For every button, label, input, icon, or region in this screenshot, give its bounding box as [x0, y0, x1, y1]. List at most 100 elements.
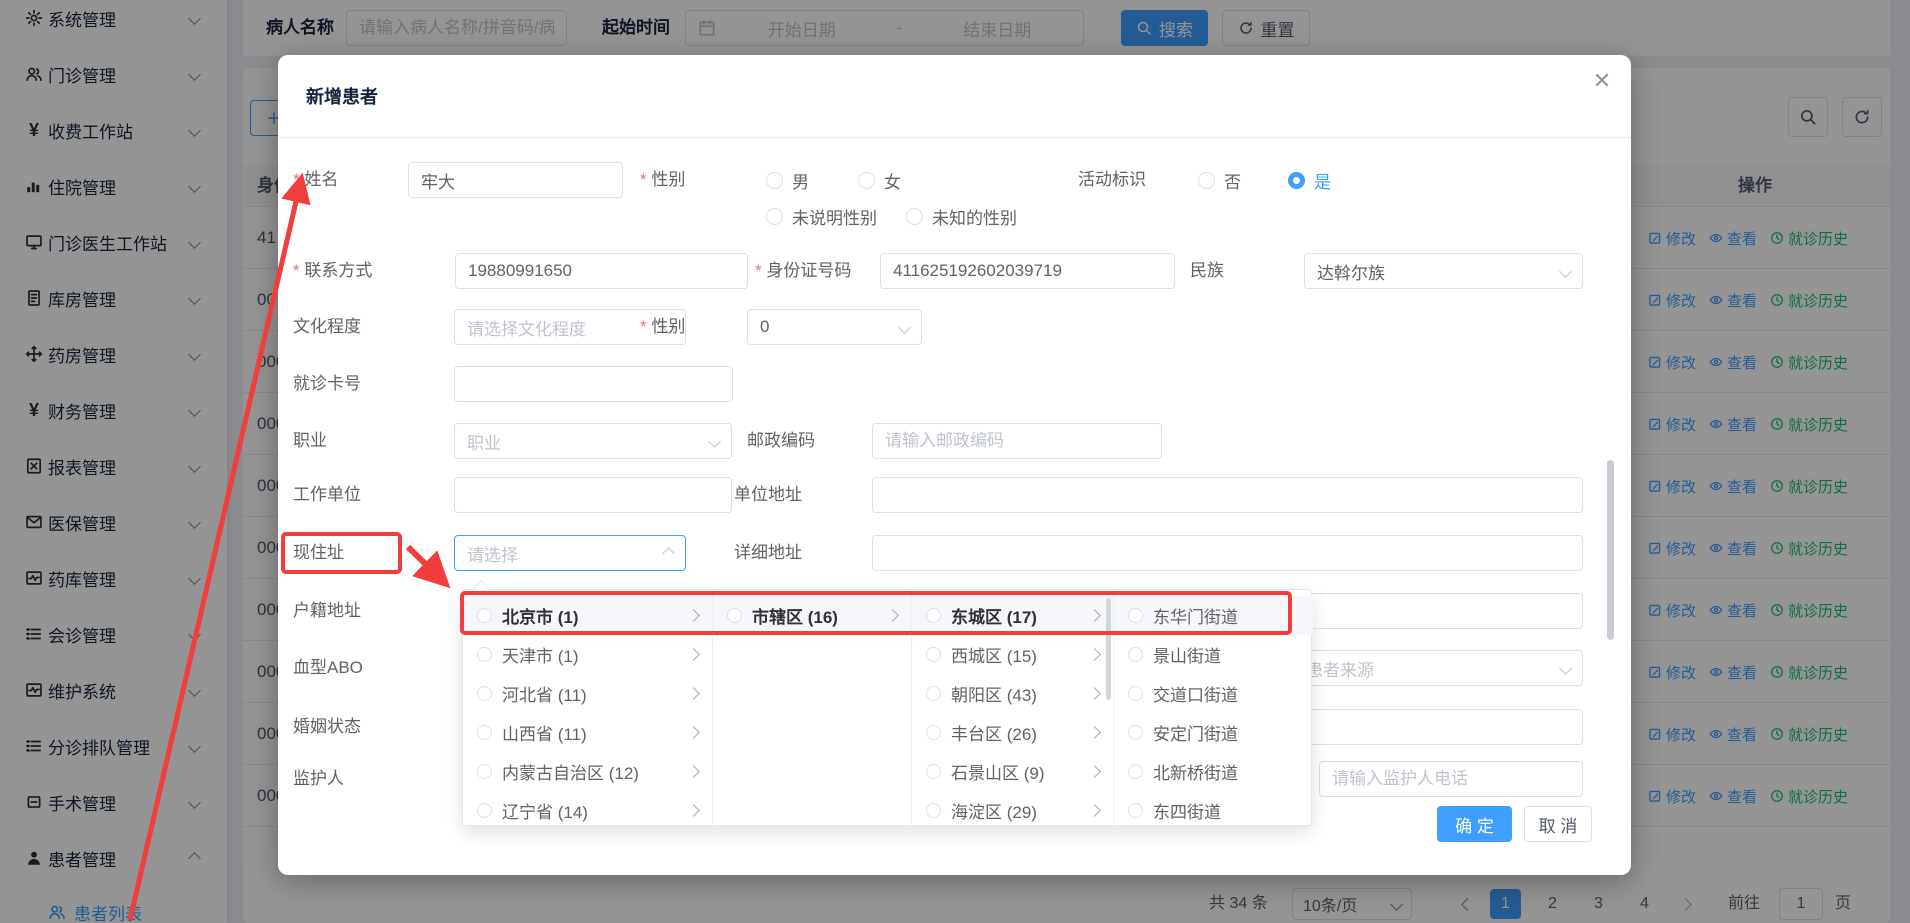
card-no-label: 就诊卡号 [293, 366, 361, 402]
chevron-right-icon [687, 804, 700, 817]
modal-scrollbar[interactable] [1607, 460, 1614, 640]
address-cascader-panel: 北京市 (1)天津市 (1)河北省 (11)山西省 (11)内蒙古自治区 (12… [462, 589, 1312, 826]
radio-icon [1128, 725, 1143, 740]
household-label: 户籍地址 [293, 593, 361, 629]
detail-address-input[interactable] [872, 535, 1583, 571]
radio-icon [477, 686, 492, 701]
occupation-select[interactable]: 职业 [454, 423, 732, 459]
cascader-option[interactable]: 北京市 (1) [463, 596, 712, 635]
unit-address-label: 单位地址 [734, 477, 802, 513]
radio-icon [477, 725, 492, 740]
close-icon[interactable]: ✕ [1588, 67, 1616, 95]
name-label: 姓名 [293, 162, 338, 198]
chevron-right-icon [1088, 687, 1101, 700]
ethnicity-label: 民族 [1190, 253, 1224, 289]
id-number-input[interactable] [880, 253, 1175, 289]
radio-icon [477, 647, 492, 662]
cascader-column-3: 东城区 (17)西城区 (15)朝阳区 (43)丰台区 (26)石景山区 (9)… [912, 590, 1114, 825]
education-label: 文化程度 [293, 309, 361, 345]
chevron-right-icon [1088, 765, 1101, 778]
radio-icon [1128, 803, 1143, 818]
cascader-option[interactable]: 北新桥街道 [1114, 752, 1313, 791]
chevron-right-icon [1088, 648, 1101, 661]
chevron-right-icon [886, 609, 899, 622]
radio-icon [926, 725, 941, 740]
gender-label: 性别 [640, 162, 685, 198]
active-flag-radio-yes[interactable]: 是 [1288, 162, 1331, 198]
radio-icon [1128, 647, 1143, 662]
cascader-option[interactable]: 东华门街道 [1114, 596, 1313, 635]
cascader-option[interactable]: 朝阳区 (43) [912, 674, 1113, 713]
radio-icon [926, 803, 941, 818]
gender-radio-female[interactable]: 女 [858, 162, 901, 198]
confirm-button[interactable]: 确 定 [1437, 806, 1512, 842]
chevron-right-icon [687, 609, 700, 622]
cascader-column-2: 市辖区 (16) [713, 590, 912, 825]
contact-input[interactable] [455, 253, 748, 289]
cascader-column-1: 北京市 (1)天津市 (1)河北省 (11)山西省 (11)内蒙古自治区 (12… [463, 590, 713, 825]
gender-radio-unknown[interactable]: 未知的性别 [906, 198, 1017, 234]
occupation-label: 职业 [293, 423, 327, 459]
current-address-cascader[interactable]: 请选择 [454, 535, 686, 571]
blood-type-label: 血型ABO [293, 650, 363, 686]
marital-label: 婚姻状态 [293, 709, 361, 745]
cascader-option[interactable]: 景山街道 [1114, 635, 1313, 674]
card-no-input[interactable] [454, 366, 733, 402]
gender-radio-unstated[interactable]: 未说明性别 [766, 198, 877, 234]
guardian-label: 监护人 [293, 761, 344, 797]
chevron-right-icon [687, 687, 700, 700]
radio-icon [926, 608, 941, 623]
chevron-right-icon [687, 648, 700, 661]
detail-address-label: 详细地址 [734, 535, 802, 571]
gender-radio-male[interactable]: 男 [766, 162, 809, 198]
chevron-down-icon [1559, 662, 1572, 675]
radio-icon [477, 803, 492, 818]
gender2-select[interactable]: 0 [747, 309, 922, 345]
work-unit-input[interactable] [454, 477, 732, 513]
cancel-button[interactable]: 取 消 [1524, 806, 1592, 842]
chevron-right-icon [1088, 726, 1101, 739]
column-scrollbar[interactable] [1106, 598, 1111, 700]
chevron-down-icon [1559, 265, 1572, 278]
contact-label: 联系方式 [293, 253, 372, 289]
cascader-option[interactable]: 交道口街道 [1114, 674, 1313, 713]
cascader-option[interactable]: 河北省 (11) [463, 674, 712, 713]
cascader-option[interactable]: 西城区 (15) [912, 635, 1113, 674]
postal-label: 邮政编码 [747, 423, 815, 459]
cascader-option[interactable]: 石景山区 (9) [912, 752, 1113, 791]
chevron-right-icon [1088, 804, 1101, 817]
screen: 系统管理门诊管理¥收费工作站住院管理门诊医生工作站库房管理药房管理¥财务管理报表… [0, 0, 1910, 923]
cascader-option[interactable]: 山西省 (11) [463, 713, 712, 752]
cascader-option[interactable]: 海淀区 (29) [912, 791, 1113, 825]
cascader-option[interactable]: 东城区 (17) [912, 596, 1113, 635]
chevron-right-icon [1088, 609, 1101, 622]
gender2-label: 性别 [640, 309, 685, 345]
radio-icon [477, 764, 492, 779]
cascader-option[interactable]: 丰台区 (26) [912, 713, 1113, 752]
chevron-down-icon [708, 435, 721, 448]
work-unit-label: 工作单位 [293, 477, 361, 513]
radio-icon [926, 764, 941, 779]
cascader-option[interactable]: 东四街道 [1114, 791, 1313, 825]
radio-icon [727, 608, 742, 623]
chevron-right-icon [687, 765, 700, 778]
active-flag-radio-no[interactable]: 否 [1198, 162, 1241, 198]
radio-icon [926, 686, 941, 701]
unit-address-input[interactable] [872, 477, 1583, 513]
chevron-up-icon [662, 547, 675, 560]
postal-input[interactable] [872, 423, 1162, 459]
cascader-option[interactable]: 天津市 (1) [463, 635, 712, 674]
radio-icon [1128, 686, 1143, 701]
radio-icon [1128, 764, 1143, 779]
cascader-column-4: 东华门街道景山街道交道口街道安定门街道北新桥街道东四街道 [1114, 590, 1313, 825]
divider [278, 137, 1631, 138]
guardian-phone-input[interactable] [1319, 761, 1583, 797]
cascader-option[interactable]: 内蒙古自治区 (12) [463, 752, 712, 791]
cascader-option[interactable]: 辽宁省 (14) [463, 791, 712, 825]
active-flag-label: 活动标识 [1078, 162, 1146, 198]
ethnicity-select[interactable]: 达斡尔族 [1304, 253, 1583, 289]
cascader-option[interactable]: 市辖区 (16) [713, 596, 911, 635]
current-address-label: 现住址 [293, 535, 344, 571]
name-input[interactable] [408, 162, 623, 198]
cascader-option[interactable]: 安定门街道 [1114, 713, 1313, 752]
